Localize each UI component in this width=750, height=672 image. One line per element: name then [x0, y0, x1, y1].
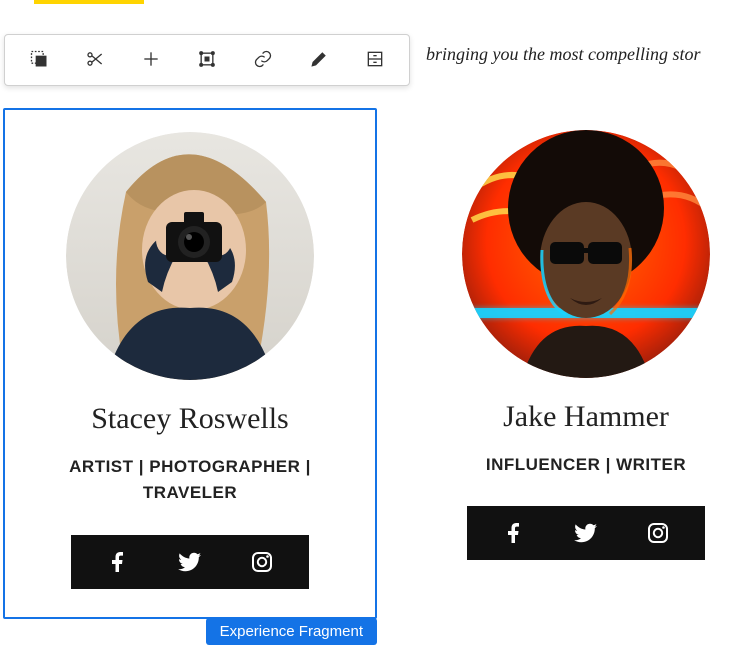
twitter-icon[interactable] [573, 520, 599, 546]
profile-card[interactable]: Jake Hammer INFLUENCER | WRITER [425, 108, 747, 619]
cut-button[interactable] [67, 36, 123, 84]
experience-fragment-card[interactable]: Stacey Roswells ARTIST | PHOTOGRAPHER | … [3, 108, 377, 619]
profile-cards-row: Stacey Roswells ARTIST | PHOTOGRAPHER | … [3, 108, 747, 619]
person-name: Stacey Roswells [91, 402, 288, 436]
facebook-icon[interactable] [501, 520, 527, 546]
add-button[interactable] [123, 36, 179, 84]
selection-type-badge: Experience Fragment [206, 618, 377, 645]
link-icon [253, 49, 273, 72]
group-icon [197, 49, 217, 72]
cabinet-icon [365, 49, 385, 72]
component-toolbar [4, 34, 410, 86]
avatar [66, 132, 314, 380]
edit-button[interactable] [291, 36, 347, 84]
social-bar [71, 535, 309, 589]
scissors-icon [85, 49, 105, 72]
person-role: INFLUENCER | WRITER [486, 452, 686, 478]
instagram-icon[interactable] [249, 549, 275, 575]
configure-button[interactable] [347, 36, 403, 84]
avatar [462, 130, 710, 378]
intro-text-fragment: bringing you the most compelling stor [426, 44, 700, 65]
pencil-icon [309, 49, 329, 72]
link-button[interactable] [235, 36, 291, 84]
instagram-icon[interactable] [645, 520, 671, 546]
facebook-icon[interactable] [105, 549, 131, 575]
person-role: ARTIST | PHOTOGRAPHER | TRAVELER [60, 454, 320, 507]
social-bar [467, 506, 705, 560]
plus-icon [141, 49, 161, 72]
parent-icon [29, 49, 49, 72]
person-name: Jake Hammer [503, 400, 669, 434]
active-tab-indicator [34, 0, 144, 4]
layout-button[interactable] [179, 36, 235, 84]
twitter-icon[interactable] [177, 549, 203, 575]
parent-button[interactable] [11, 36, 67, 84]
